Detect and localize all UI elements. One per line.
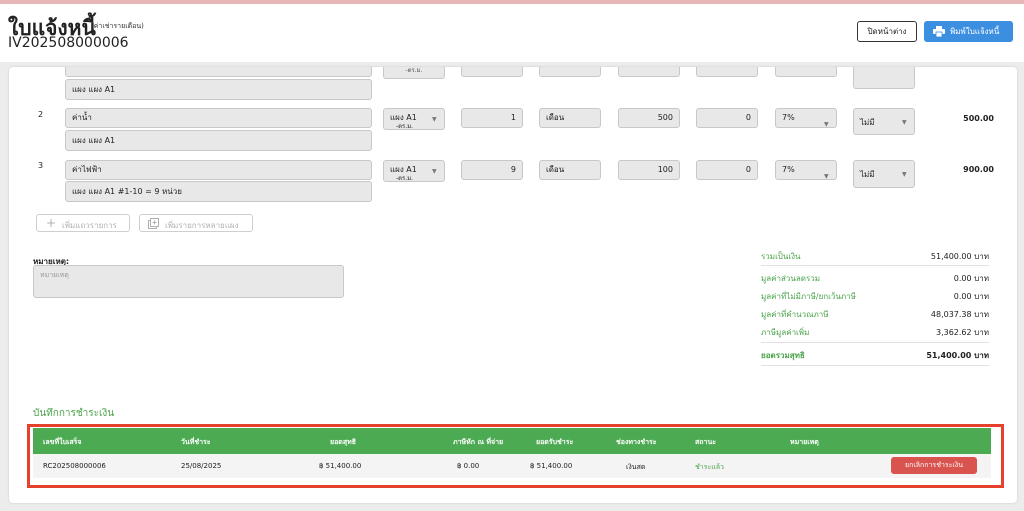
remark-textarea[interactable]: หมายเหตุ [33,265,344,298]
row1-item-field-partial[interactable] [65,67,372,77]
printer-icon [933,26,945,37]
row3-qty-field[interactable]: 9 [461,160,523,180]
summary-divider [761,365,989,366]
row3-period-field[interactable]: เดือน [539,160,601,180]
summary-divider [761,265,989,266]
chevron-down-icon: ▼ [824,121,829,128]
chevron-down-icon: ▼ [824,173,829,180]
print-invoice-button[interactable]: พิมพ์ใบแจ้งหนี้ [924,21,1013,42]
row2-vat-label: 7% [782,113,795,122]
row1-tax-select[interactable] [853,67,915,89]
row1-vat-select[interactable] [775,67,837,77]
row1-discount-field[interactable] [696,67,758,77]
summary-total-value: 51,400.00 บาท [930,252,989,261]
row2-tax-select[interactable]: ไม่มี ▼ [853,108,915,135]
copy-plus-icon [148,218,159,229]
row1-qty-field[interactable] [461,67,523,77]
chevron-down-icon: ▼ [902,171,907,178]
chevron-down-icon: ▼ [902,119,907,126]
summary-vat-label: ภาษีมูลค่าเพิ่ม [761,328,810,337]
row3-tax-label: ไม่มี [860,170,875,179]
row2-vat-select[interactable]: 7% ▼ [775,108,837,128]
row3-description-field[interactable]: แผง แผง A1 #1-10 = 9 หน่วย [65,181,372,202]
row2-price-field[interactable]: 500 [618,108,680,128]
add-row-button[interactable]: + เพิ่มแถวรายการ [36,214,130,232]
row2-item-field[interactable]: ค่าน้ำ [65,108,372,128]
row1-period-field[interactable] [539,67,601,77]
row1-unit-select[interactable]: -ตร.ม. [383,67,445,79]
row2-discount-field[interactable]: 0 [696,108,758,128]
summary-net-value: 51,400.00 บาท [926,351,989,360]
summary-taxable-label: มูลค่าที่คำนวณภาษี [761,310,829,319]
row3-vat-select[interactable]: 7% ▼ [775,160,837,180]
row3-vat-label: 7% [782,165,795,174]
row3-price-field[interactable]: 100 [618,160,680,180]
row3-unit-sub-label: -ตร.ม. [396,175,414,182]
summary-total-label: รวมเป็นเงิน [761,252,801,261]
row2-amount: 500.00 [963,114,994,123]
chevron-down-icon: ▼ [432,168,437,175]
row2-number: 2 [38,110,44,119]
add-row-label: เพิ่มแถวรายการ [62,221,117,230]
row3-discount-field[interactable]: 0 [696,160,758,180]
print-invoice-label: พิมพ์ใบแจ้งหนี้ [950,27,1000,36]
row3-item-field[interactable]: ค่าไฟฟ้า [65,160,372,180]
summary-vat-value: 3,362.62 บาท [935,328,989,337]
row2-qty-field[interactable]: 1 [461,108,523,128]
add-multiple-items-label: เพิ่มรายการหลายแผง [165,221,239,230]
row3-tax-select[interactable]: ไม่มี ▼ [853,160,915,188]
summary-discount-value: 0.00 บาท [953,274,989,283]
row3-unit-select[interactable]: แผง A1 -ตร.ม. ▼ [383,160,445,182]
row2-tax-label: ไม่มี [860,118,875,127]
summary-discount-label: มูลค่าส่วนลดรวม [761,274,821,283]
chevron-down-icon: ▼ [432,116,437,123]
row2-unit-sub-label: -ตร.ม. [396,123,414,130]
summary-net-label: ยอดรวมสุทธิ [761,351,805,360]
highlight-box [27,424,1004,488]
invoice-number: IV202508000006 [8,35,129,51]
row2-description-field[interactable]: แผง แผง A1 [65,130,372,151]
page-subtitle: (ค่าเช่ารายเดือน) [91,22,144,30]
summary-taxable-value: 48,037.38 บาท [930,310,989,319]
page-header: ใบแจ้งหนี้ (ค่าเช่ารายเดือน) IV202508000… [0,4,1024,62]
close-window-button[interactable]: ปิดหน้าต่าง [857,21,917,42]
add-multiple-items-button[interactable]: เพิ่มรายการหลายแผง [139,214,253,232]
row1-description-field[interactable]: แผง แผง A1 [65,79,372,100]
plus-icon: + [46,216,57,230]
row3-number: 3 [38,161,44,170]
summary-nontax-label: มูลค่าที่ไม่มีภาษี/ยกเว้นภาษี [761,292,856,301]
row3-amount: 900.00 [963,165,994,174]
summary-nontax-value: 0.00 บาท [953,292,989,301]
row1-price-field[interactable] [618,67,680,77]
row2-period-field[interactable]: เดือน [539,108,601,128]
row2-unit-select[interactable]: แผง A1 -ตร.ม. ▼ [383,108,445,130]
payment-records-title: บันทึกการชำระเงิน [33,408,115,419]
summary-divider [761,342,989,343]
